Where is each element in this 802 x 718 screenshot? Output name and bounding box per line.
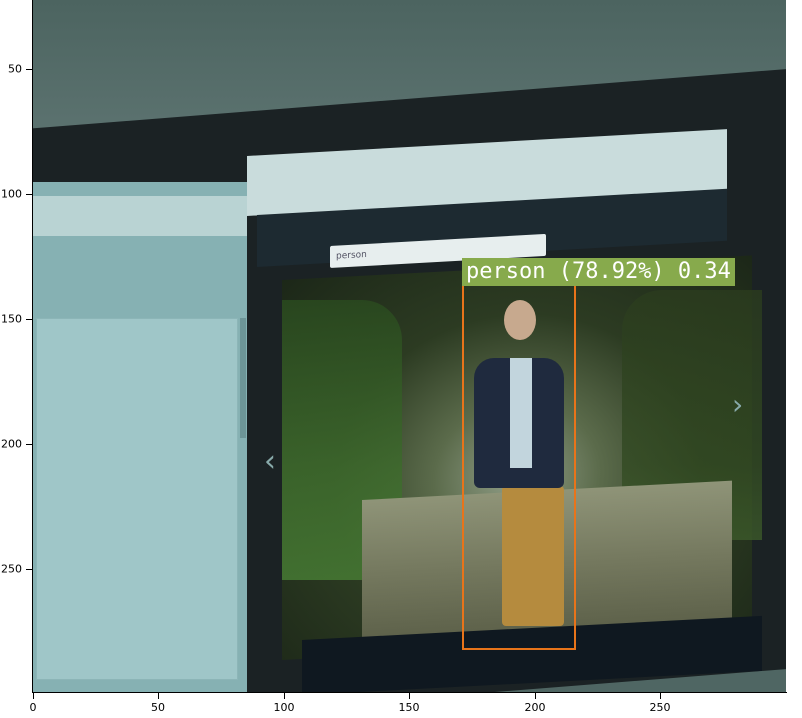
y-tick xyxy=(26,194,32,195)
left-browser-panel xyxy=(36,318,238,680)
x-tick xyxy=(660,693,661,699)
detection-label: person (78.92%) 0.34 xyxy=(462,258,735,286)
image-plot-area: person ‹ › person (78.92%) 0.34 xyxy=(32,0,786,692)
y-tick-label: 150 xyxy=(1,312,22,326)
x-tick-label: 0 xyxy=(29,701,37,714)
x-tick xyxy=(535,693,536,699)
y-tick xyxy=(26,319,32,320)
x-tick-label: 200 xyxy=(524,701,546,714)
x-tick-label: 50 xyxy=(151,701,165,714)
left-browser-toolbar xyxy=(32,196,247,236)
chevron-right-icon: › xyxy=(732,388,744,421)
x-tick xyxy=(409,693,410,699)
x-tick xyxy=(33,693,34,699)
y-tick-label: 50 xyxy=(8,62,22,76)
x-tick-label: 250 xyxy=(649,701,671,714)
y-tick-label: 200 xyxy=(1,437,22,451)
chevron-left-icon: ‹ xyxy=(264,444,276,479)
x-tick-label: 150 xyxy=(398,701,420,714)
x-tick-label: 100 xyxy=(273,701,295,714)
y-tick-label: 100 xyxy=(1,187,22,201)
y-tick xyxy=(26,444,32,445)
x-tick xyxy=(284,693,285,699)
y-tick xyxy=(26,69,32,70)
x-tick xyxy=(158,693,159,699)
y-axis-line xyxy=(32,0,33,693)
detection-bounding-box xyxy=(462,258,576,650)
y-tick-label: 250 xyxy=(1,562,22,576)
y-tick xyxy=(26,569,32,570)
left-scrollbar xyxy=(240,318,246,438)
